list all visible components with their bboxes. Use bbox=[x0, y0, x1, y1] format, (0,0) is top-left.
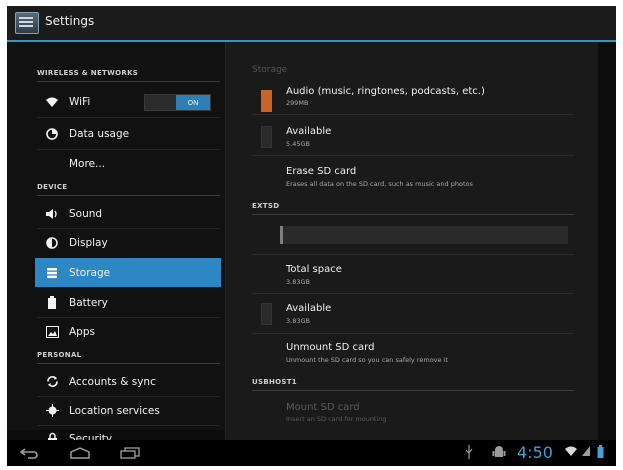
storage-detail-pane: Storage Audio (music, ringtones, podcast… bbox=[225, 42, 598, 440]
erase-sd-card-title[interactable]: Erase SD card bbox=[286, 166, 356, 177]
available-extsd-title[interactable]: Available bbox=[286, 303, 331, 314]
unmount-sd-card-subtitle: Unmount the SD card so you can safely re… bbox=[286, 356, 448, 364]
sidebar-item-label: Apps bbox=[69, 325, 95, 338]
settings-sidebar: WIRELESS & NETWORKS WiFi ON Data usage M… bbox=[7, 42, 227, 445]
app-title: Settings bbox=[45, 14, 95, 28]
apps-icon bbox=[43, 325, 61, 339]
device-frame: Settings WIRELESS & NETWORKS WiFi ON Dat… bbox=[0, 0, 623, 470]
action-bar: Settings bbox=[7, 6, 616, 42]
status-clock[interactable]: 4:50 bbox=[517, 443, 553, 462]
erase-sd-card-subtitle: Erases all data on the SD card, such as … bbox=[286, 180, 473, 188]
screen: Settings WIRELESS & NETWORKS WiFi ON Dat… bbox=[7, 6, 616, 466]
home-button[interactable] bbox=[69, 444, 91, 462]
wifi-toggle[interactable]: ON bbox=[144, 94, 211, 111]
total-space-value: 3.83GB bbox=[286, 278, 310, 286]
sidebar-item-storage[interactable]: Storage bbox=[35, 258, 221, 287]
back-button[interactable] bbox=[19, 444, 41, 462]
sidebar-item-data-usage[interactable]: Data usage bbox=[35, 119, 221, 148]
extsd-usage-bar bbox=[280, 226, 568, 244]
available-internal-title[interactable]: Available bbox=[286, 126, 331, 137]
section-header-personal: PERSONAL bbox=[37, 351, 82, 359]
speaker-icon bbox=[43, 207, 61, 221]
sidebar-item-location[interactable]: Location services bbox=[35, 396, 221, 425]
section-header-wireless: WIRELESS & NETWORKS bbox=[37, 69, 139, 77]
wifi-icon bbox=[43, 95, 61, 109]
sidebar-item-battery[interactable]: Battery bbox=[35, 288, 221, 317]
wifi-toggle-state: ON bbox=[176, 95, 210, 110]
sidebar-item-sound[interactable]: Sound bbox=[35, 199, 221, 228]
sync-icon bbox=[43, 375, 61, 389]
available-extsd-value: 3.83GB bbox=[286, 317, 310, 325]
sidebar-item-more[interactable]: More... bbox=[35, 149, 221, 178]
settings-app-icon[interactable] bbox=[15, 12, 39, 34]
storage-icon bbox=[43, 266, 61, 280]
section-header-extsd: EXTSD bbox=[252, 202, 280, 210]
sidebar-item-label: Sound bbox=[69, 207, 103, 220]
usb-icon bbox=[465, 445, 473, 462]
audio-color-swatch bbox=[261, 90, 272, 112]
sidebar-divider bbox=[37, 117, 220, 118]
sidebar-item-apps[interactable]: Apps bbox=[35, 317, 221, 346]
available-internal-value: 5.45GB bbox=[286, 140, 310, 148]
sidebar-item-label: Accounts & sync bbox=[69, 375, 156, 388]
recent-apps-button[interactable] bbox=[119, 444, 141, 462]
battery-icon bbox=[43, 296, 61, 310]
extsd-usage-fill bbox=[280, 226, 283, 244]
unmount-sd-card-title[interactable]: Unmount SD card bbox=[286, 342, 374, 353]
cellular-signal-icon bbox=[581, 445, 591, 460]
total-space-title: Total space bbox=[286, 264, 342, 275]
section-divider bbox=[37, 363, 220, 364]
display-icon bbox=[43, 236, 61, 250]
section-divider bbox=[252, 214, 574, 215]
sidebar-item-label: Data usage bbox=[69, 127, 130, 140]
location-icon bbox=[43, 404, 61, 418]
section-header-usbhost: USBHOST1 bbox=[252, 378, 297, 386]
detail-title: Storage bbox=[252, 65, 288, 75]
sidebar-item-label: Location services bbox=[69, 404, 160, 417]
detail-divider bbox=[252, 333, 574, 334]
system-bar: 4:50 bbox=[7, 440, 616, 466]
section-divider bbox=[37, 195, 220, 196]
sidebar-item-display[interactable]: Display bbox=[35, 228, 221, 257]
mount-sd-card-title: Mount SD card bbox=[286, 402, 360, 413]
mount-sd-card-subtitle: Insert an SD card for mounting bbox=[286, 415, 387, 423]
available-color-swatch bbox=[261, 126, 272, 148]
wifi-signal-icon bbox=[564, 445, 578, 460]
section-divider bbox=[37, 81, 220, 82]
section-header-device: DEVICE bbox=[37, 183, 68, 191]
detail-divider bbox=[252, 114, 574, 115]
audio-value: 299MB bbox=[286, 99, 309, 107]
sidebar-item-label: WiFi bbox=[69, 95, 91, 108]
detail-divider bbox=[252, 155, 574, 156]
available-extsd-color-swatch bbox=[261, 303, 272, 325]
sidebar-item-label: More... bbox=[69, 157, 106, 170]
sidebar-item-security[interactable]: Security bbox=[35, 425, 221, 445]
data-usage-icon bbox=[43, 127, 61, 141]
sidebar-item-label: Battery bbox=[69, 296, 108, 309]
android-debug-icon bbox=[492, 445, 506, 462]
audio-title: Audio (music, ringtones, podcasts, etc.) bbox=[286, 86, 485, 97]
section-divider bbox=[252, 390, 574, 391]
detail-divider bbox=[252, 254, 574, 255]
sidebar-item-accounts-sync[interactable]: Accounts & sync bbox=[35, 367, 221, 396]
battery-status-icon bbox=[597, 445, 604, 461]
detail-divider bbox=[252, 293, 574, 294]
sidebar-item-label: Storage bbox=[69, 266, 111, 279]
sidebar-item-label: Display bbox=[69, 236, 108, 249]
